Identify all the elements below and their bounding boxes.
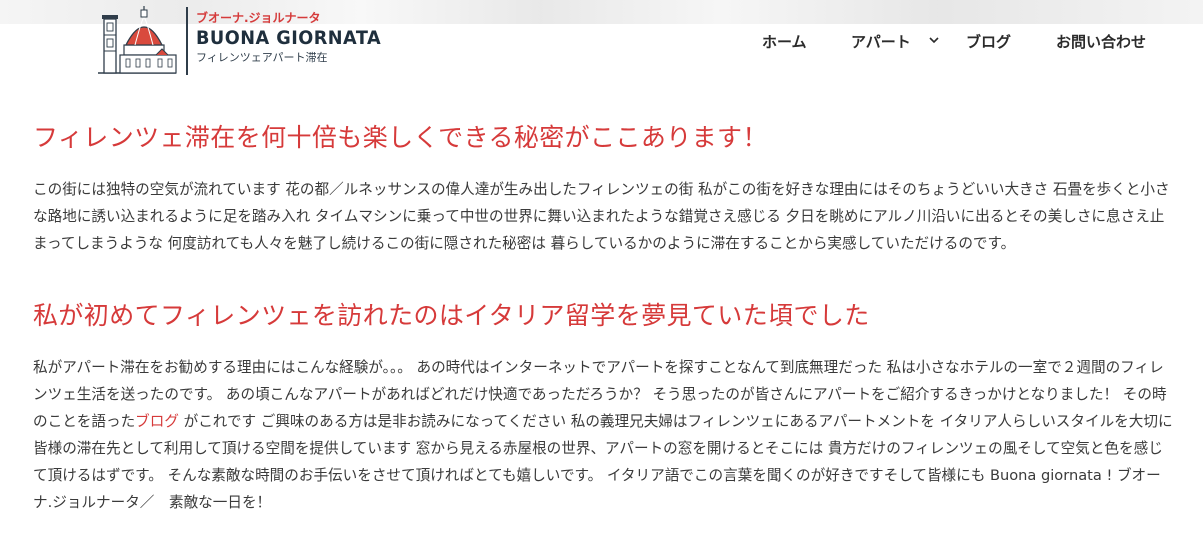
site-logo[interactable]: ブオーナ.ジョルナータ BUONA GIORNATA フィレンツェアパート滞在 xyxy=(96,5,396,77)
section-1-body: この街には独特の空気が流れています 花の都／ルネッサンスの偉人達が生み出したフィ… xyxy=(33,181,1170,252)
section-2-heading: 私が初めてフィレンツェを訪れたのはイタリア留学を夢見ていた頃でした xyxy=(33,301,870,330)
nav-home[interactable]: ホーム xyxy=(762,31,807,52)
chevron-down-icon[interactable] xyxy=(929,35,939,45)
blog-inline-link[interactable]: ブログ xyxy=(135,413,179,430)
nav-blog[interactable]: ブログ xyxy=(966,31,1011,52)
section-2-body-after-link: がこれです ご興味のある方は是非お読みになってください 私の義理兄夫婦はフィレン… xyxy=(33,413,1173,511)
site-header: ブオーナ.ジョルナータ BUONA GIORNATA フィレンツェアパート滞在 … xyxy=(0,0,1203,82)
florence-duomo-icon xyxy=(98,6,177,74)
logo-text: ブオーナ.ジョルナータ BUONA GIORNATA フィレンツェアパート滞在 xyxy=(196,5,395,65)
logo-kana: ブオーナ.ジョルナータ xyxy=(196,11,321,25)
section-1-heading: フィレンツェ滞在を何十倍も楽しくできる秘密がここあります！ xyxy=(33,123,768,152)
logo-divider xyxy=(186,7,188,75)
nav-contact[interactable]: お問い合わせ xyxy=(1056,31,1146,52)
nav-apart[interactable]: アパート xyxy=(851,31,911,52)
logo-name: BUONA GIORNATA xyxy=(196,27,382,49)
logo-subtitle: フィレンツェアパート滞在 xyxy=(196,51,328,64)
section-2-body: 私がアパート滞在をお勧めする理由にはこんな経験が。。。 あの時代はインターネット… xyxy=(33,354,1173,516)
